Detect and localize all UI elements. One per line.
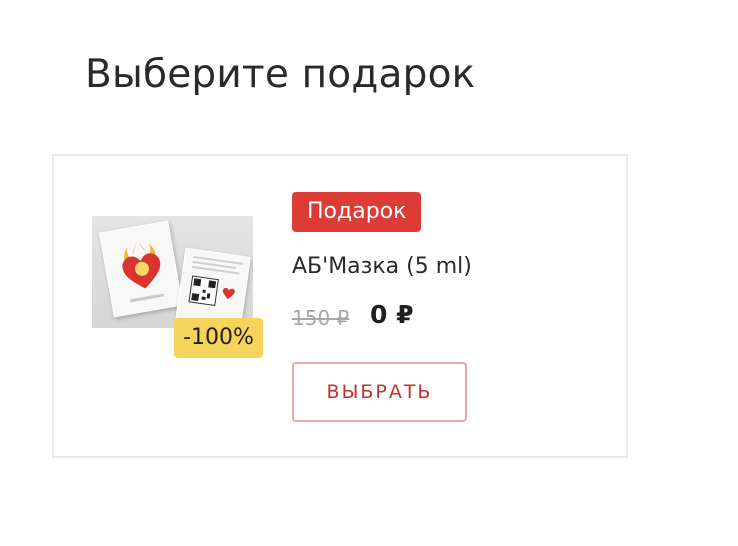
select-gift-button[interactable]: ВЫБРАТЬ xyxy=(292,362,467,422)
page-title: Выберите подарок xyxy=(85,52,476,97)
sachet-front-image xyxy=(99,220,183,318)
product-image[interactable] xyxy=(92,216,253,328)
gift-card: -100% Подарок АБ'Мазка (5 ml) 150 ₽ 0 ₽ … xyxy=(52,154,628,458)
sachet-back-image xyxy=(175,247,251,328)
discount-badge: -100% xyxy=(174,318,263,358)
heart-flame-logo-icon xyxy=(122,241,165,303)
old-price: 150 ₽ xyxy=(292,306,350,330)
gift-selection-page: Выберите подарок -100% Подарок АБ'Мазка … xyxy=(0,0,738,546)
product-name[interactable]: АБ'Мазка (5 ml) xyxy=(292,254,472,279)
new-price: 0 ₽ xyxy=(370,300,414,329)
gift-badge: Подарок xyxy=(292,192,422,232)
qr-code-icon xyxy=(188,255,243,306)
